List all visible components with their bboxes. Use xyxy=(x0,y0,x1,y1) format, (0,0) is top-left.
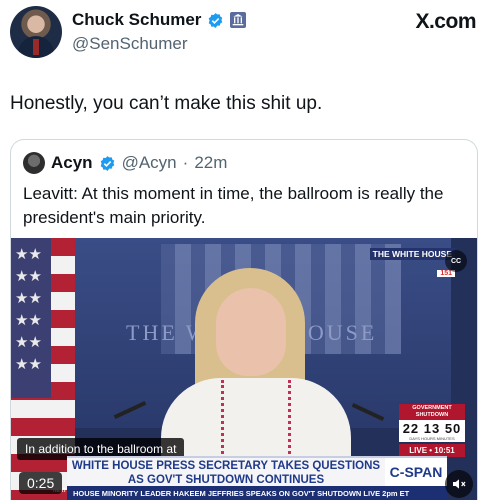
mute-button[interactable] xyxy=(445,470,473,498)
quote-avatar[interactable] xyxy=(23,152,45,174)
quote-header: Acyn @Acyn · 22m xyxy=(23,152,227,174)
countdown-digits: 22 13 50 xyxy=(399,420,465,436)
news-ticker: HOUSE MINORITY LEADER HAKEEM JEFFRIES SP… xyxy=(67,486,447,500)
verified-check-icon xyxy=(209,12,223,28)
author-avatar[interactable] xyxy=(10,6,62,58)
flag-union: ★★ ★★ ★★ ★★ ★★ ★★ xyxy=(11,238,51,398)
network-label: THE WHITE HOUSE xyxy=(369,248,455,260)
flag-stars: ★★ ★★ ★★ ★★ ★★ ★★ xyxy=(15,246,42,373)
lower-third-line2: AS GOV'T SHUTDOWN CONTINUES xyxy=(127,474,325,486)
lower-third: WHITE HOUSE PRESS SECRETARY TAKES QUESTI… xyxy=(67,456,385,486)
countdown-units: DAYS HOURS MINUTES xyxy=(399,436,465,442)
us-flag: ★★ ★★ ★★ ★★ ★★ ★★ xyxy=(11,238,75,500)
speaker-muted-icon xyxy=(453,479,466,489)
countdown-title: GOVERNMENT SHUTDOWN xyxy=(399,404,465,420)
quote-time[interactable]: 22m xyxy=(194,153,227,173)
tweet-text: Honestly, you can’t make this shit up. xyxy=(10,93,323,114)
channel-logo: C-SPAN xyxy=(385,456,447,486)
author-name[interactable]: Chuck Schumer xyxy=(72,10,201,30)
speaker-face xyxy=(216,288,286,376)
quote-separator: · xyxy=(182,153,189,172)
author-handle[interactable]: @SenSchumer xyxy=(72,34,188,54)
author-name-row: Chuck Schumer xyxy=(72,10,247,30)
verified-check-icon xyxy=(100,155,114,171)
tweet-header: Chuck Schumer @SenSchumer X.com xyxy=(10,6,480,62)
us-government-badge-icon xyxy=(230,12,247,28)
lower-third-line1: WHITE HOUSE PRESS SECRETARY TAKES QUESTI… xyxy=(71,460,381,472)
video-player[interactable]: THE W HOUSE ★★ ★★ ★★ ★★ ★★ ★★ THE WHITE … xyxy=(11,238,477,500)
x-logo[interactable]: X.com xyxy=(415,10,476,34)
avatar-tie xyxy=(33,39,39,55)
closed-captions-button[interactable]: CC xyxy=(445,250,467,272)
quote-author-handle[interactable]: @Acyn xyxy=(122,153,177,173)
video-timestamp: 0:25 xyxy=(19,472,63,494)
quote-author-name[interactable]: Acyn xyxy=(51,153,93,173)
quoted-tweet[interactable]: Acyn @Acyn · 22m Leavitt: At this moment… xyxy=(10,139,478,500)
network-bug: THE WHITE HOUSE 151 xyxy=(369,244,455,280)
quote-text: Leavitt: At this moment in time, the bal… xyxy=(23,184,444,227)
shutdown-countdown: GOVERNMENT SHUTDOWN 22 13 50 DAYS HOURS … xyxy=(399,404,465,457)
